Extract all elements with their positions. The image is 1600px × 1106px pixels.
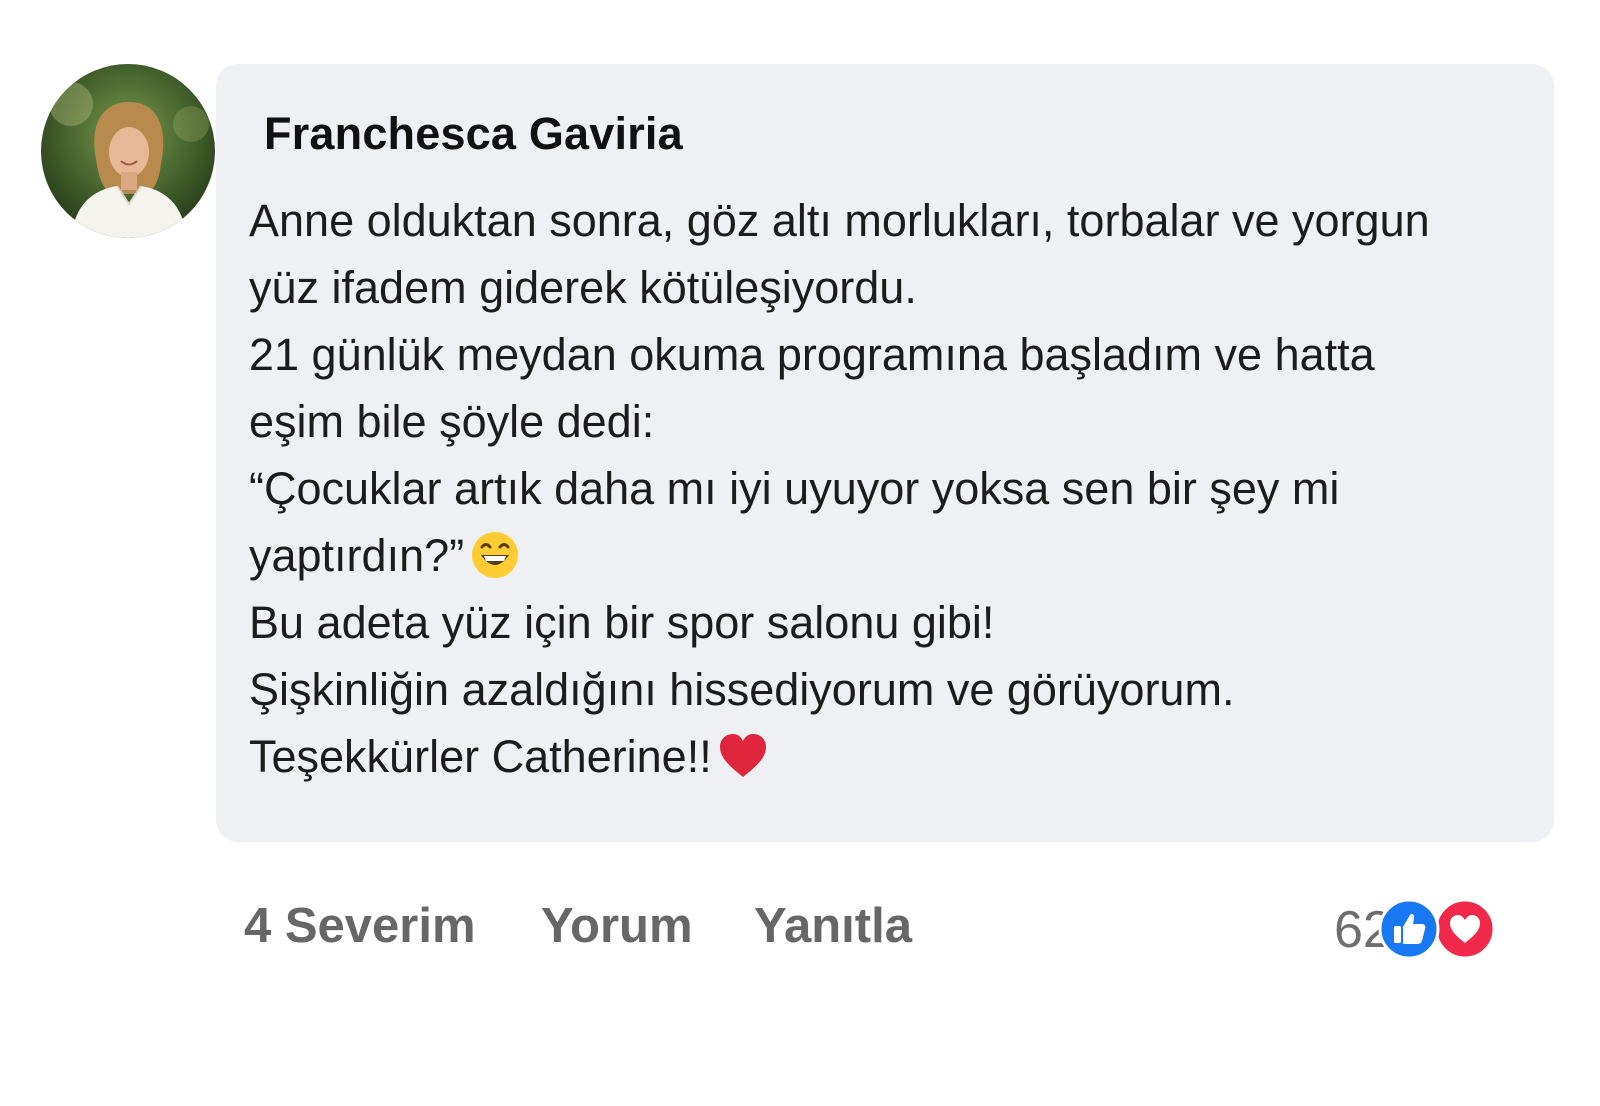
comment-line-text: yaptırdın?” — [249, 530, 465, 581]
comment-line: Anne olduktan sonra, göz altı morlukları… — [249, 195, 1430, 246]
comment-line: 21 günlük meydan okuma programına başlad… — [249, 329, 1375, 380]
comment-line: Bu adeta yüz için bir spor salonu gibi! — [249, 597, 995, 648]
comment-button[interactable]: Yorum — [541, 898, 693, 954]
comment-body: Anne olduktan sonra, göz altı morlukları… — [249, 187, 1544, 790]
comment-line: Şişkinliğin azaldığını hissediyorum ve g… — [249, 664, 1235, 715]
comment-line: yüz ifadem giderek kötüleşiyordu. — [249, 262, 917, 313]
avatar-photo — [41, 64, 215, 238]
reply-button[interactable]: Yanıtla — [754, 898, 912, 954]
like-button[interactable]: 4 Severim — [244, 898, 476, 954]
comment-line: eşim bile şöyle dedi: — [249, 396, 655, 447]
comment-line-with-emoji: Teşekkürler Catherine!! — [249, 723, 1544, 790]
grinning-face-icon — [470, 530, 520, 580]
comment-line-with-emoji: yaptırdın?” — [249, 522, 1544, 589]
like-reaction-icon — [1378, 898, 1440, 960]
love-reaction-icon — [1434, 898, 1496, 960]
red-heart-icon — [718, 733, 768, 779]
comment-line: “Çocuklar artık daha mı iyi uyuyor yoksa… — [249, 463, 1340, 514]
author-avatar[interactable] — [41, 64, 215, 238]
author-name[interactable]: Franchesca Gaviria — [264, 108, 683, 160]
comment-line-text: Teşekkürler Catherine!! — [249, 731, 712, 782]
